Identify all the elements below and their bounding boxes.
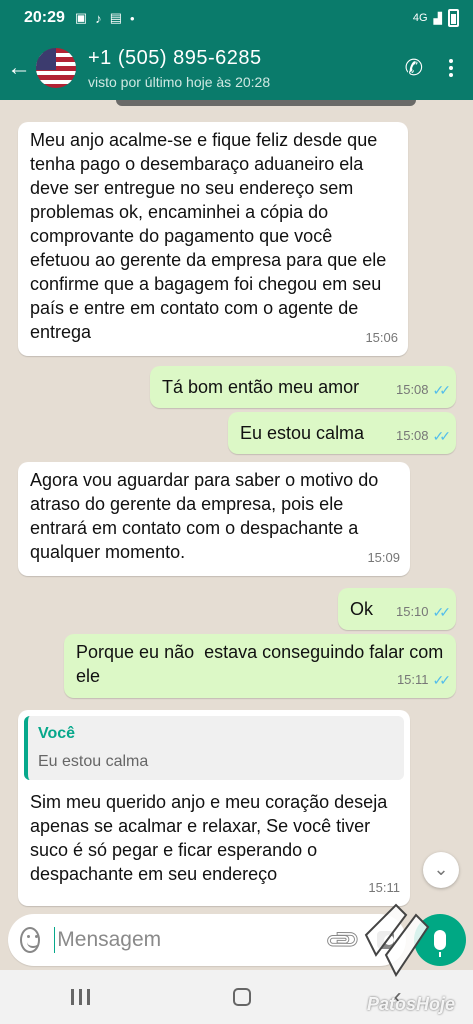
message-bubble[interactable]: Eu estou calma 15:08 ✓✓ bbox=[228, 412, 456, 454]
message-text: Agora vou aguardar para saber o motivo d… bbox=[30, 470, 384, 562]
watermark-logo bbox=[364, 903, 430, 977]
message-meta: 15:11 ✓✓ bbox=[396, 668, 452, 692]
message-time: 15:08 bbox=[395, 382, 429, 397]
emoji-icon[interactable] bbox=[20, 927, 40, 953]
quote-author: Você bbox=[38, 725, 76, 742]
message-meta: 15:08 ✓✓ bbox=[395, 424, 452, 448]
message-bubble[interactable]: Agora vou aguardar para saber o motivo d… bbox=[18, 462, 410, 576]
quoted-message[interactable]: Você Eu estou calma bbox=[24, 716, 404, 780]
notification-icons: ▣ ♪ ▤ • bbox=[75, 10, 135, 26]
message-meta: 15:09 bbox=[367, 546, 400, 570]
system-icons: 4G ▟ bbox=[413, 9, 459, 27]
chat-header: ← +1 (505) 895-6285 visto por último hoj… bbox=[0, 36, 473, 100]
more-notifications-icon: • bbox=[130, 10, 135, 26]
message-text: Porque eu não estava conseguindo falar c… bbox=[76, 642, 449, 686]
message-time: 15:06 bbox=[365, 330, 398, 345]
status-bar: 20:29 ▣ ♪ ▤ • 4G ▟ bbox=[0, 0, 473, 36]
kebab-dot bbox=[449, 73, 453, 77]
message-text: Sim meu querido anjo e meu coração desej… bbox=[30, 792, 393, 884]
add-call-icon[interactable]: ✆ bbox=[405, 55, 423, 81]
message-bubble[interactable]: Ok 15:10 ✓✓ bbox=[338, 588, 456, 630]
recents-icon[interactable] bbox=[71, 989, 91, 1005]
read-ticks-icon: ✓✓ bbox=[432, 382, 452, 398]
message-input[interactable] bbox=[57, 928, 329, 952]
avatar-stripe bbox=[36, 80, 76, 84]
message-meta: 15:08 ✓✓ bbox=[395, 378, 452, 402]
kebab-dot bbox=[449, 59, 453, 63]
tiktok-notification-icon: ♪ bbox=[95, 10, 102, 26]
recents-line bbox=[87, 989, 91, 1005]
home-icon[interactable] bbox=[232, 988, 251, 1006]
back-arrow-icon[interactable]: ← bbox=[2, 54, 36, 82]
recents-line bbox=[79, 989, 83, 1005]
message-bubble[interactable]: Porque eu não estava conseguindo falar c… bbox=[64, 634, 456, 698]
signal-icon: ▟ bbox=[433, 12, 442, 25]
message-bubble[interactable]: Meu anjo acalme-se e fique feliz desde q… bbox=[18, 122, 408, 356]
message-time: 15:08 bbox=[395, 428, 429, 443]
message-time: 15:11 bbox=[396, 672, 429, 687]
message-bubble[interactable]: Você Eu estou calma Sim meu querido anjo… bbox=[18, 710, 410, 906]
chat-area[interactable]: Meu anjo acalme-se e fique feliz desde q… bbox=[0, 100, 473, 908]
message-time: 15:10 bbox=[395, 604, 429, 619]
read-ticks-icon: ✓✓ bbox=[432, 428, 452, 444]
battery-icon bbox=[448, 9, 459, 27]
message-text: Meu anjo acalme-se e fique feliz desde q… bbox=[30, 130, 392, 342]
status-time: 20:29 bbox=[24, 9, 65, 26]
news-notification-icon: ▤ bbox=[109, 10, 123, 25]
avatar-canton bbox=[36, 48, 56, 70]
quote-text: Eu estou calma bbox=[38, 753, 149, 770]
scroll-down-icon[interactable]: ⌄ bbox=[423, 852, 459, 888]
header-actions: ✆ bbox=[405, 55, 453, 81]
message-bubble[interactable]: Tá bom então meu amor 15:08 ✓✓ bbox=[150, 366, 456, 408]
message-input-container[interactable]: 📎︎ bbox=[8, 914, 406, 966]
kebab-dot bbox=[449, 66, 453, 70]
recents-line bbox=[71, 989, 75, 1005]
message-meta: 15:10 ✓✓ bbox=[395, 600, 452, 624]
contact-info[interactable]: +1 (505) 895-6285 visto por último hoje … bbox=[88, 47, 405, 90]
previous-media-edge bbox=[116, 100, 416, 106]
more-options-icon[interactable] bbox=[449, 59, 453, 77]
last-seen: visto por último hoje às 20:28 bbox=[88, 73, 271, 90]
message-meta: 15:06 bbox=[365, 326, 398, 350]
read-ticks-icon: ✓✓ bbox=[432, 604, 452, 620]
message-time: 15:09 bbox=[367, 550, 400, 565]
text-cursor bbox=[53, 927, 56, 953]
gallery-notification-icon: ▣ bbox=[74, 10, 88, 25]
watermark-text: PatosHoje bbox=[366, 994, 455, 1014]
avatar-stripe bbox=[36, 71, 76, 75]
contact-name: +1 (505) 895-6285 bbox=[88, 46, 262, 69]
avatar[interactable] bbox=[36, 48, 76, 88]
network-type: 4G bbox=[412, 12, 428, 24]
read-ticks-icon: ✓✓ bbox=[432, 672, 452, 688]
